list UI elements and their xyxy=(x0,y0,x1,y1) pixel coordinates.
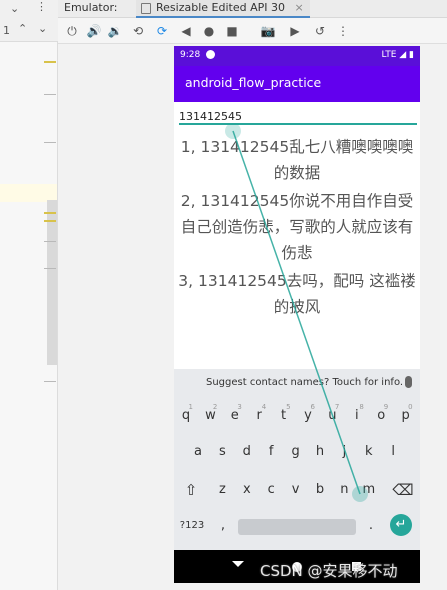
change-marker xyxy=(44,212,56,214)
more-icon[interactable]: ⋮ xyxy=(335,23,351,39)
status-bar: 9:28 LTE ◢ ▮ xyxy=(174,46,420,66)
back-icon[interactable] xyxy=(232,561,244,567)
line-number: 1 xyxy=(3,24,10,37)
change-marker xyxy=(44,268,56,269)
key-l[interactable]: l xyxy=(382,437,404,467)
key-d[interactable]: d xyxy=(236,437,258,467)
back-icon[interactable]: ◀ xyxy=(178,23,194,39)
shift-key[interactable]: ⇧ xyxy=(180,475,202,505)
key-y[interactable]: y6 xyxy=(297,401,319,431)
key-r[interactable]: r4 xyxy=(248,401,270,431)
list-item: 1, 131412545乱七八糟噢噢噢噢的数据 xyxy=(180,138,414,182)
enter-key[interactable]: ↵ xyxy=(390,514,412,536)
emulator-toolbar: ⏻ 🔊 🔉 ⟲ ⟳ ◀ ● ■ 📷 ▶ ↺ ⋮ xyxy=(58,18,447,44)
editor-toolbar: ⌄ ⋮ 1 ⌃ ⌄ xyxy=(0,0,58,42)
camera-icon[interactable]: 📷 xyxy=(260,23,276,39)
key-c[interactable]: c xyxy=(260,475,282,505)
key-j[interactable]: j xyxy=(333,437,355,467)
key-t[interactable]: t5 xyxy=(273,401,295,431)
chevron-down-icon[interactable]: ⌄ xyxy=(38,22,47,35)
comma-key[interactable]: , xyxy=(212,511,234,541)
change-marker xyxy=(44,381,56,382)
app-bar: android_flow_practice xyxy=(174,66,420,102)
key-z[interactable]: z xyxy=(211,475,233,505)
key-f[interactable]: f xyxy=(260,437,282,467)
device-screen: 9:28 LTE ◢ ▮ android_flow_practice 13141… xyxy=(174,46,420,583)
change-marker xyxy=(44,142,56,143)
key-w[interactable]: w2 xyxy=(199,401,221,431)
snapshot-icon[interactable]: ↺ xyxy=(312,23,328,39)
key-q[interactable]: q1 xyxy=(175,401,197,431)
rotate-left-icon[interactable]: ⟲ xyxy=(130,23,146,39)
input-underline xyxy=(179,123,417,125)
notification-icon xyxy=(206,50,215,59)
watermark: CSDN @安果移不动 xyxy=(260,562,398,580)
more-icon[interactable]: ⋮ xyxy=(36,0,47,13)
key-a[interactable]: a xyxy=(187,437,209,467)
microphone-icon[interactable] xyxy=(405,376,412,388)
key-n[interactable]: n xyxy=(333,475,355,505)
emulator-tab[interactable]: Resizable Edited API 30 × xyxy=(136,0,310,18)
chevron-up-icon[interactable]: ⌃ xyxy=(18,22,27,35)
key-s[interactable]: s xyxy=(211,437,233,467)
key-i[interactable]: i8 xyxy=(346,401,368,431)
backspace-key[interactable]: ⌫ xyxy=(392,475,414,505)
status-icons: LTE ◢ ▮ xyxy=(381,50,414,60)
status-time: 9:28 xyxy=(180,50,201,60)
app-title: android_flow_practice xyxy=(185,75,322,90)
key-m[interactable]: m xyxy=(358,475,380,505)
device-icon xyxy=(141,3,151,14)
suggestion-strip[interactable]: Suggest contact names? Touch for info. xyxy=(174,369,420,397)
key-b[interactable]: b xyxy=(309,475,331,505)
soft-keyboard: Suggest contact names? Touch for info. q… xyxy=(174,369,420,550)
suggestion-text: Suggest contact names? Touch for info. xyxy=(206,377,404,388)
scrollbar[interactable] xyxy=(47,200,57,365)
home-icon[interactable]: ● xyxy=(201,23,217,39)
change-marker xyxy=(44,61,56,63)
list-item: 2, 131412545你说不用自作自受自己创造伤悲，写歌的人就应该有伤悲 xyxy=(180,192,414,262)
close-icon[interactable]: × xyxy=(294,1,303,14)
chevron-down-icon[interactable]: ⌄ xyxy=(10,2,19,15)
key-p[interactable]: p0 xyxy=(395,401,417,431)
change-marker xyxy=(44,94,56,95)
key-e[interactable]: e3 xyxy=(224,401,246,431)
space-key[interactable] xyxy=(238,519,356,535)
volume-down-icon[interactable]: 🔉 xyxy=(107,23,123,39)
key-x[interactable]: x xyxy=(236,475,258,505)
emulator-header: Emulator: Resizable Edited API 30 × xyxy=(58,0,447,18)
result-list: 1, 131412545乱七八糟噢噢噢噢的数据 2, 131412545你说不用… xyxy=(178,134,416,322)
emulator-label: Emulator: xyxy=(64,1,118,14)
rotate-right-icon[interactable]: ⟳ xyxy=(154,23,170,39)
change-marker xyxy=(44,220,56,222)
period-key[interactable]: . xyxy=(360,511,382,541)
emulator-tab-title: Resizable Edited API 30 xyxy=(156,1,285,14)
key-v[interactable]: v xyxy=(285,475,307,505)
power-icon[interactable]: ⏻ xyxy=(64,23,80,39)
key-g[interactable]: g xyxy=(285,437,307,467)
screen: ⌄ ⋮ 1 ⌃ ⌄ Emulator: Resizable Edited API… xyxy=(0,0,447,590)
key-u[interactable]: u7 xyxy=(321,401,343,431)
symbols-key[interactable]: ?123 xyxy=(178,511,206,541)
key-k[interactable]: k xyxy=(358,437,380,467)
change-marker xyxy=(44,241,56,242)
key-o[interactable]: o9 xyxy=(370,401,392,431)
editor-gutter: ⌄ ⋮ 1 ⌃ ⌄ xyxy=(0,0,58,590)
record-icon[interactable]: ▶ xyxy=(287,23,303,39)
overview-icon[interactable]: ■ xyxy=(224,23,240,39)
key-h[interactable]: h xyxy=(309,437,331,467)
volume-up-icon[interactable]: 🔊 xyxy=(86,23,102,39)
list-item: 3, 131412545去吗，配吗 这褴褛的披风 xyxy=(178,272,416,316)
